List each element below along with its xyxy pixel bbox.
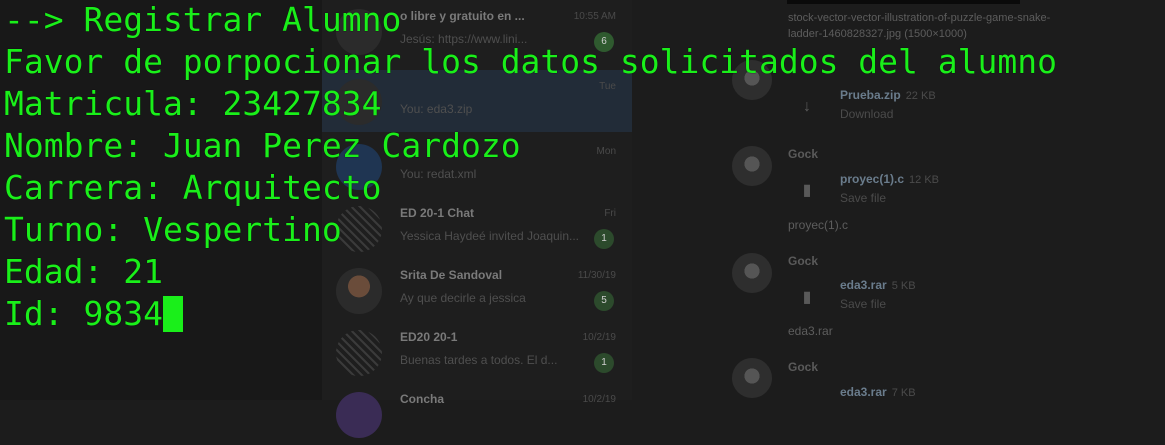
terminal-line: Turno: Vespertino — [4, 210, 342, 249]
terminal-line: Matricula: 23427834 — [4, 84, 382, 123]
text-cursor — [162, 296, 183, 332]
terminal-line: Carrera: Arquitecto — [4, 168, 382, 207]
terminal-line: Nombre: Juan Perez Cardozo — [4, 126, 521, 165]
terminal-line: Edad: 21 — [4, 252, 163, 291]
terminal-line-last: Id: 9834 — [4, 293, 183, 335]
terminal-output[interactable]: --> Registrar Alumno Favor de porpociona… — [0, 0, 1165, 400]
terminal-line: Id: 9834 — [4, 294, 163, 333]
terminal-line: Favor de porpocionar los datos solicitad… — [4, 42, 1057, 81]
terminal-line: --> Registrar Alumno — [4, 0, 402, 39]
